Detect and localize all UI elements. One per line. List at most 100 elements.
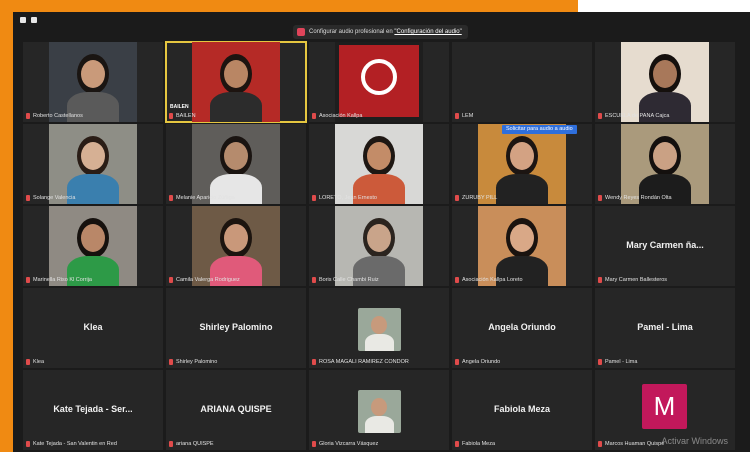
participant-tile[interactable]: Solicitar para audio a audio ZURUBY PILL xyxy=(452,124,592,204)
participant-tile[interactable]: ROSA MAGALI RAMIREZ CONDOR xyxy=(309,288,449,368)
participant-name-label: Roberto Castellanos xyxy=(26,112,83,120)
participant-display-name: Pamel - Lima xyxy=(637,322,693,332)
participant-name-label: LEM xyxy=(455,112,473,120)
participant-name: Camila Valerga Rodriguez xyxy=(176,277,240,283)
participant-name: Asociación Kallpa xyxy=(319,113,363,119)
participant-tile[interactable]: Asociación Kallpa xyxy=(309,42,449,122)
participant-name-label: Melanie Aparicio Zúñiga xyxy=(169,194,235,202)
participant-name-label: Asociación Kallpa xyxy=(312,112,362,120)
participant-tile[interactable]: Gloria Vizcarra Vásquez xyxy=(309,370,449,450)
mic-muted-icon xyxy=(26,441,30,447)
participant-name: Shirley Palomino xyxy=(176,359,218,365)
orange-frame-left xyxy=(0,0,13,452)
participant-tile[interactable]: Roberto Castellanos xyxy=(23,42,163,122)
participant-tile[interactable]: Camila Valerga Rodriguez xyxy=(166,206,306,286)
participant-tile[interactable]: Melanie Aparicio Zúñiga xyxy=(166,124,306,204)
meeting-window: Configurar audio profesional en "Configu… xyxy=(13,12,750,452)
mic-muted-icon xyxy=(26,195,30,201)
participant-face xyxy=(653,142,677,170)
participant-face xyxy=(653,60,677,88)
mic-muted-icon xyxy=(455,113,459,119)
participant-tile[interactable]: Pamel - Lima Pamel - Lima xyxy=(595,288,735,368)
participant-name: Kate Tejada - San Valentin en Red xyxy=(33,441,117,447)
participant-tile[interactable]: BAILEN BAILEN xyxy=(165,41,307,123)
profile-face xyxy=(371,316,387,334)
participant-name-label: Pamel - Lima xyxy=(598,358,637,366)
participant-face xyxy=(81,224,105,252)
window-control-icon[interactable] xyxy=(20,17,26,23)
profile-body xyxy=(365,334,394,351)
participant-name-label: Shirley Palomino xyxy=(169,358,217,366)
speaking-tooltip[interactable]: Solicitar para audio a audio xyxy=(502,125,577,134)
mic-muted-icon xyxy=(455,277,459,283)
participant-name: LORETO, Jean Ernesto xyxy=(319,195,377,201)
video-feed xyxy=(621,42,709,122)
mic-muted-icon xyxy=(598,195,602,201)
audio-settings-link[interactable]: "Configuración del audio" xyxy=(394,29,461,35)
participant-tile[interactable]: LORETO, Jean Ernesto xyxy=(309,124,449,204)
participant-name-label: ZURUBY PILL xyxy=(455,194,497,202)
participant-name-label: ESCUELA de PANA Cajca xyxy=(598,112,669,120)
participant-body xyxy=(496,174,548,204)
participant-name-label: ROSA MAGALI RAMIREZ CONDOR xyxy=(312,358,409,366)
participant-name: Melanie Aparicio Zúñiga xyxy=(176,195,235,201)
participant-tile[interactable]: Kate Tejada - Ser... Kate Tejada - San Va… xyxy=(23,370,163,450)
participant-display-name: Fabiola Meza xyxy=(493,404,550,414)
participant-face xyxy=(81,60,105,88)
os-watermark: Activar Windows xyxy=(661,436,728,446)
participant-tile[interactable]: Boris Calle Chambi Ruiz xyxy=(309,206,449,286)
participant-name-label: Gloria Vizcarra Vásquez xyxy=(312,440,378,448)
profile-body xyxy=(365,416,394,433)
participant-tile[interactable]: ARIANA QUISPE ariana QUISPE xyxy=(166,370,306,450)
participant-name: ariana QUISPE xyxy=(176,441,214,447)
participant-name-label: Klea xyxy=(26,358,44,366)
participant-tile[interactable]: Solange Valencia xyxy=(23,124,163,204)
mic-muted-icon xyxy=(169,441,173,447)
participant-name: Solange Valencia xyxy=(33,195,76,201)
participant-name: Mary Carmen Ballesteros xyxy=(605,277,668,283)
participant-name: Klea xyxy=(33,359,45,365)
participant-tile[interactable]: Shirley Palomino Shirley Palomino xyxy=(166,288,306,368)
participant-face xyxy=(510,224,534,252)
participant-tile[interactable]: Asociación Kallpa Loreto xyxy=(452,206,592,286)
video-feed xyxy=(621,124,709,204)
participant-body xyxy=(210,92,262,122)
participant-tile[interactable]: Marinella Riso Kl Corrija xyxy=(23,206,163,286)
participant-tile[interactable]: Angela Oriundo Angela Oriundo xyxy=(452,288,592,368)
video-feed xyxy=(335,42,423,122)
participant-display-name: Kate Tejada - Ser... xyxy=(53,404,133,414)
mic-muted-icon xyxy=(312,277,316,283)
participant-tile[interactable]: ESCUELA de PANA Cajca xyxy=(595,42,735,122)
participant-face xyxy=(367,224,391,252)
organization-logo xyxy=(339,45,419,117)
participant-tile[interactable]: Fabiola Meza Fabiola Meza xyxy=(452,370,592,450)
participant-name-label: Mary Carmen Ballesteros xyxy=(598,276,667,284)
participant-tile[interactable]: LEM xyxy=(452,42,592,122)
participant-name: Angela Oriundo xyxy=(462,359,501,365)
participant-tile[interactable]: Wendy Reyes Rondán Olta xyxy=(595,124,735,204)
mic-muted-icon xyxy=(169,113,173,119)
participant-name-label: Wendy Reyes Rondán Olta xyxy=(598,194,672,202)
participant-name: Marcos Huaman Quispe xyxy=(605,441,665,447)
mic-muted-icon xyxy=(598,277,602,283)
participant-tile[interactable]: Klea Klea xyxy=(23,288,163,368)
avatar-initial: M xyxy=(642,384,687,429)
participant-name-label: Asociación Kallpa Loreto xyxy=(455,276,523,284)
mic-muted-icon xyxy=(598,441,602,447)
participant-face xyxy=(224,224,248,252)
window-control-icon[interactable] xyxy=(31,17,37,23)
video-feed xyxy=(478,206,566,286)
participant-name: Marinella Riso Kl Corrija xyxy=(33,277,92,283)
mic-muted-icon xyxy=(455,359,459,365)
participant-name: ZURUBY PILL xyxy=(462,195,498,201)
participant-display-name: ARIANA QUISPE xyxy=(200,404,272,414)
participant-name: BAILEN xyxy=(176,113,196,119)
mic-muted-icon xyxy=(26,359,30,365)
video-feed xyxy=(478,124,566,204)
participant-name-label: LORETO, Jean Ernesto xyxy=(312,194,377,202)
audio-notice-text: Configurar audio profesional en xyxy=(309,29,393,35)
participant-face xyxy=(81,142,105,170)
participant-name: Fabiola Meza xyxy=(462,441,496,447)
audio-notice[interactable]: Configurar audio profesional en "Configu… xyxy=(293,25,468,39)
participant-tile[interactable]: Mary Carmen ña... Mary Carmen Ballesteros xyxy=(595,206,735,286)
